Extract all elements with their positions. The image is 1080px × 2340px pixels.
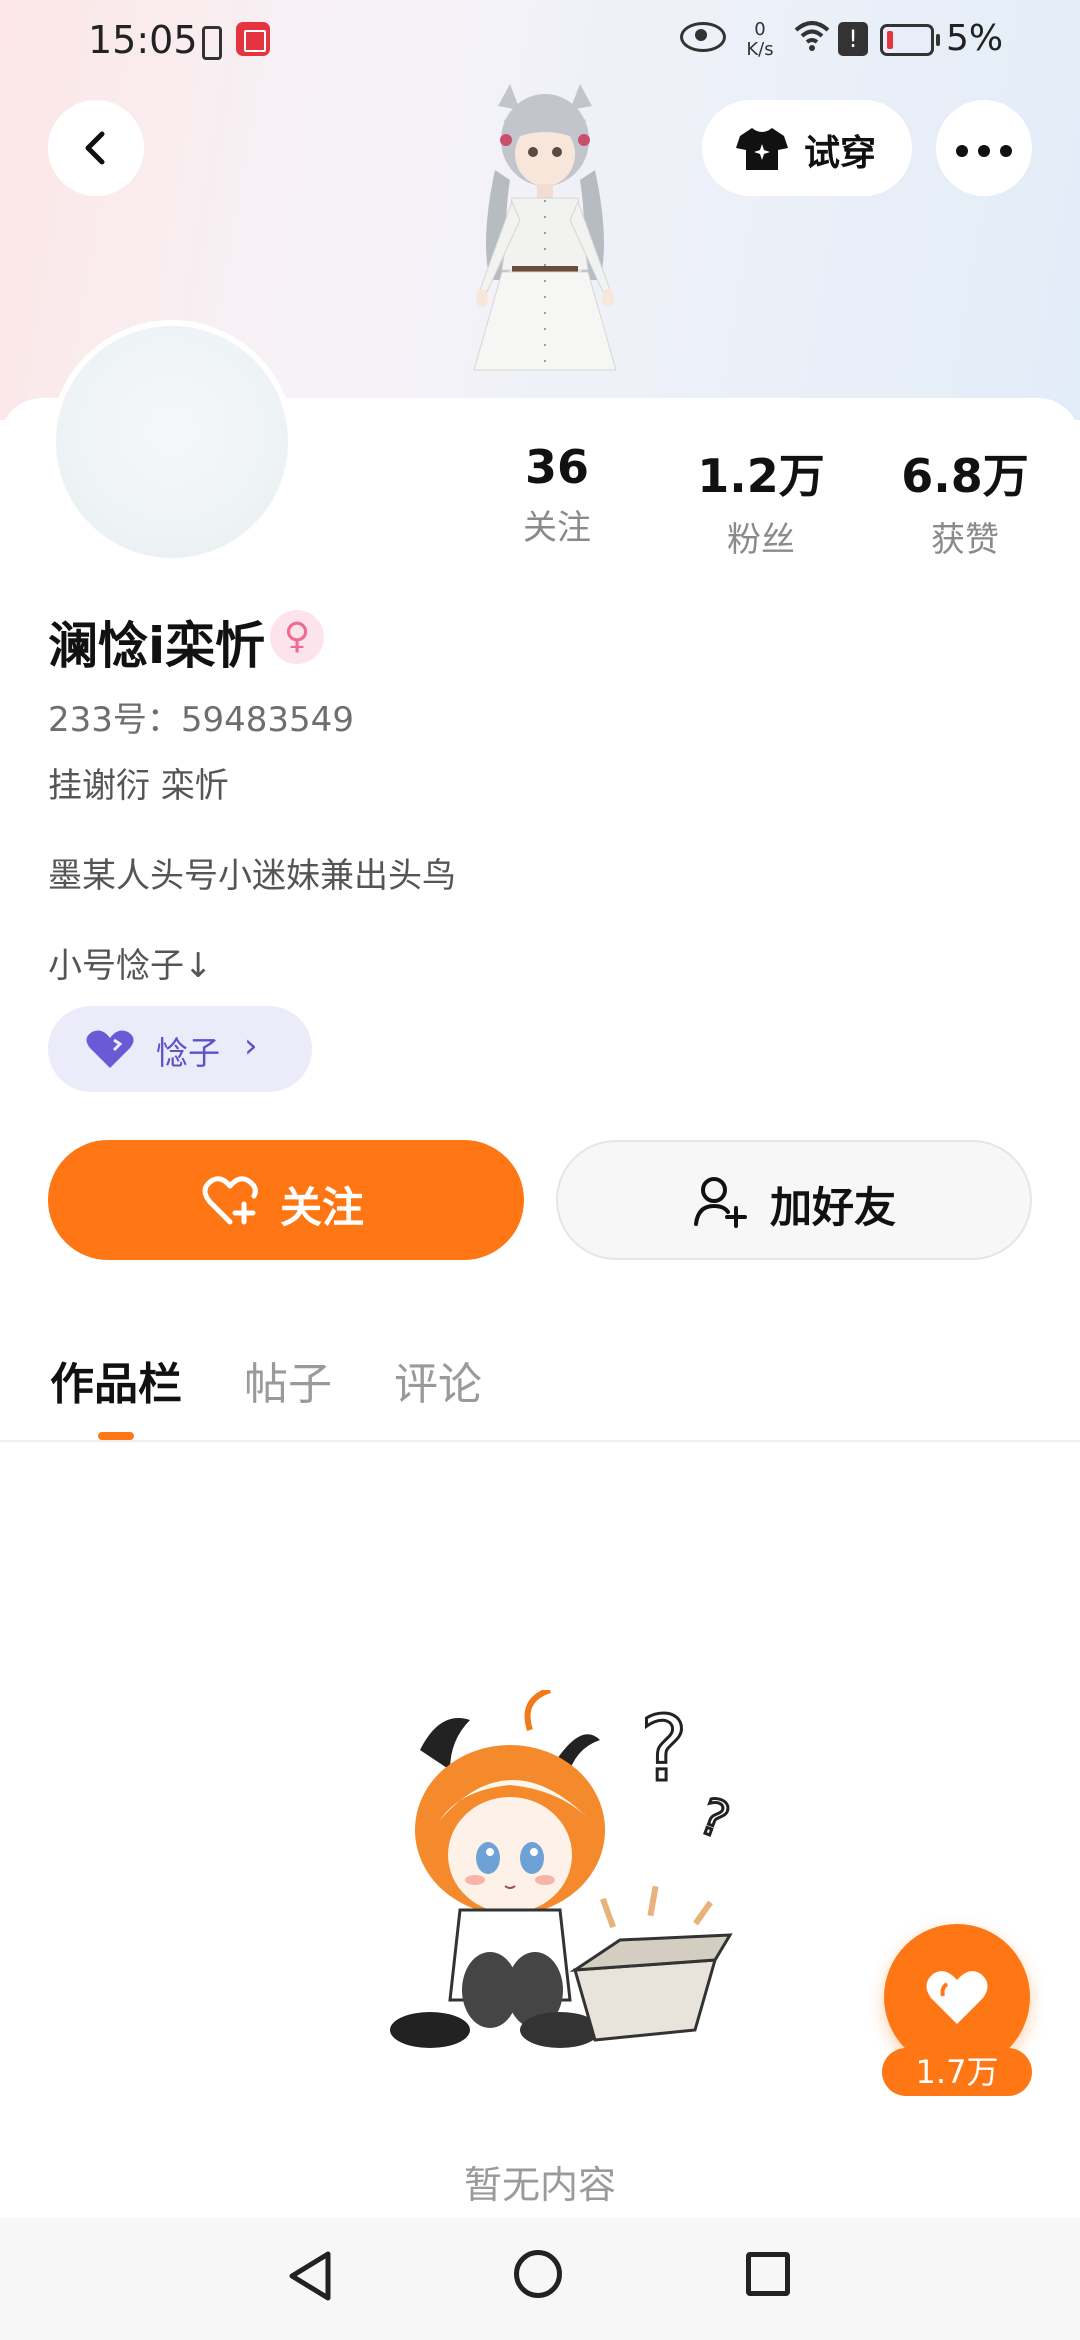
- battery-percent: 5%: [946, 18, 1004, 59]
- heart-plus-icon: [202, 1176, 258, 1225]
- system-navigation-bar: [0, 2218, 1080, 2340]
- network-speed: 0 K/s: [738, 20, 782, 60]
- stat-following[interactable]: 36 关注: [472, 440, 642, 549]
- wifi-icon: [794, 20, 830, 60]
- try-on-button[interactable]: 试穿: [702, 100, 912, 196]
- username: 澜惗i栾忻: [48, 617, 266, 675]
- linked-account-name: 惗子: [156, 1034, 221, 1072]
- stat-likes-label: 获赞: [931, 520, 999, 560]
- stat-fans-label: 粉丝: [727, 520, 795, 560]
- network-speed-value: 0: [754, 19, 766, 40]
- back-arrow-icon: [85, 131, 105, 165]
- female-gender-icon: ♀: [270, 610, 324, 664]
- status-bar: 15:05 0 K/s ! 5%: [0, 0, 1080, 84]
- stat-fans-value: 1.2万: [697, 449, 825, 503]
- active-tab-indicator: [98, 1432, 134, 1440]
- add-user-icon: [694, 1177, 747, 1228]
- more-options-button[interactable]: [936, 100, 1032, 196]
- tshirt-icon: [736, 128, 788, 170]
- chevron-right-icon: ›: [244, 1026, 258, 1066]
- heart-icon: [926, 1971, 988, 2024]
- nav-recents-icon[interactable]: [746, 2252, 790, 2296]
- heart-icon: [86, 1030, 134, 1068]
- question-mark-icon: ?: [640, 1697, 688, 1802]
- tab-works[interactable]: 作品栏: [50, 1348, 182, 1412]
- bio-line-2: 墨某人头号小迷妹兼出头鸟: [48, 856, 456, 896]
- follow-button[interactable]: 关注: [48, 1140, 524, 1260]
- bio-line-3: 小号惗子↓: [48, 946, 213, 986]
- add-friend-label: 加好友: [770, 1183, 897, 1232]
- add-friend-button[interactable]: 加好友: [556, 1140, 1032, 1260]
- stat-following-value: 36: [524, 440, 589, 494]
- stat-likes[interactable]: 6.8万 获赞: [880, 440, 1050, 561]
- stat-likes-value: 6.8万: [901, 449, 1029, 503]
- stat-following-label: 关注: [523, 508, 591, 548]
- avatar-character-image: [473, 84, 617, 371]
- empty-state-illustration: ? ?: [390, 1690, 738, 2048]
- tab-comments[interactable]: 评论: [394, 1348, 482, 1412]
- like-count-badge: 1.7万: [882, 2048, 1032, 2096]
- nav-back-icon[interactable]: [286, 2250, 334, 2302]
- nav-home-icon[interactable]: [514, 2250, 562, 2298]
- more-dots-icon: [956, 145, 968, 157]
- more-dots-icon: [1000, 145, 1012, 157]
- tabs-divider: [0, 1440, 1080, 1442]
- more-dots-icon: [978, 145, 990, 157]
- bio-line-1: 挂谢衍 栾忻: [48, 766, 229, 806]
- user-avatar[interactable]: [50, 320, 294, 564]
- network-speed-unit: K/s: [746, 39, 774, 60]
- follow-label: 关注: [280, 1183, 365, 1232]
- status-time: 15:05: [88, 18, 198, 62]
- user-id: 233号：59483549: [48, 700, 354, 740]
- stat-fans[interactable]: 1.2万 粉丝: [676, 440, 846, 561]
- phone-icon: [202, 26, 222, 60]
- small-question-mark-icon: ?: [692, 1787, 737, 1851]
- eye-icon: [680, 22, 726, 52]
- back-button[interactable]: [48, 100, 144, 196]
- linked-account-chip[interactable]: 惗子 ›: [48, 1006, 312, 1092]
- battery-icon: [880, 24, 940, 56]
- alert-icon: !: [838, 22, 868, 56]
- empty-state-text: 暂无内容: [463, 2163, 616, 2207]
- tab-posts[interactable]: 帖子: [244, 1348, 332, 1412]
- try-on-label: 试穿: [804, 133, 877, 174]
- reader-app-icon: [236, 22, 270, 56]
